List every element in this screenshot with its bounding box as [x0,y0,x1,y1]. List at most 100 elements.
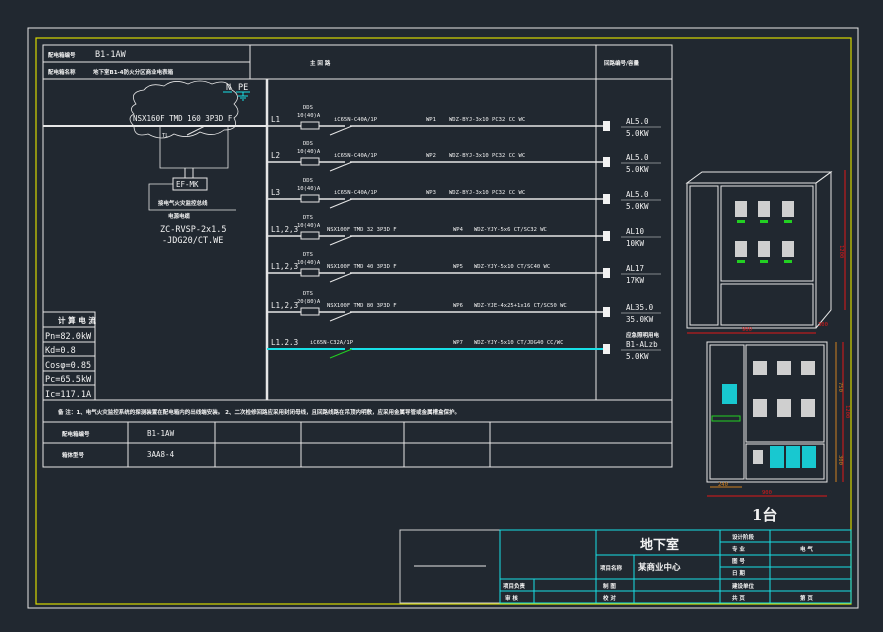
phase-label: L2 [271,151,280,160]
meter-type: DTS [303,252,313,258]
load-power: 5.0KW [626,352,649,361]
page-label: 第 页 [800,594,813,602]
cable-spec: WDZ-YJE-4x25+1x16 CT/SC50 WC [474,303,567,309]
meter-icon [300,268,320,277]
cable-spec-2: -JDG20/CT.WE [162,236,223,246]
calc-pn: Pn=82.0kW [45,332,92,342]
breaker-spec: NSX100F TMD 40 3P3D F [327,264,397,270]
circuit-id: WP1 [426,117,436,123]
main-circuit-header: 主 回 路 [310,59,331,67]
dim-left-col: 240 [718,482,728,488]
phase-label: L1,2,3 [271,301,298,310]
title-block [399,529,852,604]
bottom-value-1: B1-1AW [147,429,175,438]
meter-rating: 10(40)A [297,260,321,266]
circuit-wp6[interactable]: L1,2,3 DTS 20(80)A NSX100F TMD 80 3P3D F WP6… [267,291,661,324]
panel-code-label: 配电箱编号 [48,51,76,59]
circuit-id: WP2 [426,153,436,159]
load-power: 17KW [626,276,645,285]
load-id: AL5.0 [626,190,649,199]
circuit-id: WP6 [453,303,463,309]
load-power: 5.0KW [626,129,649,138]
circuit-id: WP7 [453,340,463,346]
meter-icon [300,307,320,316]
meter-rating: 10(40)A [297,186,321,192]
breaker-switch-icon [329,161,353,172]
meter-type: DDS [303,178,313,184]
breaker-spec: NSX100F TMD 32 3P3D F [327,227,397,233]
stage-label: 设计阶段 [732,533,755,541]
phase-label: L1 [271,115,280,124]
load-id: AL5.0 [626,153,649,162]
terminal-icon [603,194,610,204]
cable-spec: WDZ-BYJ-3x10 PC32 CC WC [449,153,525,159]
breaker-spec: iC65N-C32A/1P [310,340,354,346]
bottom-label-2: 箱体型号 [62,451,85,459]
drawing-no-label: 图 号 [732,557,745,565]
load-power: 5.0KW [626,202,649,211]
check-label: 校 对 [603,594,616,602]
breaker-spec: iC65N-C40A/1P [334,190,378,196]
circuit-wp3[interactable]: L3 DDS 10(40)A iC65N-C40A/1P WP3 WDZ-BYJ-3x10… [267,178,661,211]
cable-spec: WDZ-YJY-5x6 CT/SC32 WC [474,227,547,233]
circuit-id: WP3 [426,190,436,196]
meter-rating: 10(40)A [297,113,321,119]
drawing-title: 地下室 [640,537,679,553]
calc-title: 计 算 电 流 [58,315,96,325]
meter-rating: 10(40)A [297,149,321,155]
tl-label: TL [162,133,169,139]
bottom-label-1: 配电箱编号 [62,430,90,438]
circuit-list: L1 DDS 10(40)A iC65N-C40A/1P WP1 WDZ-BYJ-3x10… [267,105,661,361]
cabinet-elevation [685,170,846,334]
calc-cos: Cosφ=0.85 [45,361,91,371]
load-note: 应急照明用电 [626,331,660,339]
pm-label: 项目负责 [503,582,526,590]
phase-label: L1,2,3 [271,262,298,271]
cable-label: 电源电缆 [168,212,191,220]
dim-depth: 300 [818,322,828,328]
meter-rating: 20(80)A [297,299,321,305]
load-id: AL17 [626,264,644,273]
terminal-icon [603,121,610,131]
breaker-spec: NSX100F TMD 80 3P3D F [327,303,397,309]
client-label: 建设单位 [732,582,755,590]
phase-label: L3 [271,188,280,197]
load-power: 10KW [626,239,645,248]
load-id: AL35.0 [626,303,654,312]
meter-icon [300,157,320,166]
discipline-value: 电 气 [800,545,813,553]
breaker-spec: iC65N-C40A/1P [334,117,378,123]
meter-icon [300,231,320,240]
cable-spec: WDZ-BYJ-3x10 PC32 CC WC [449,117,525,123]
breaker-switch-icon [329,272,353,283]
circuit-wp5[interactable]: L1,2,3 DTS 10(40)A NSX100F TMD 40 3P3D F WP5… [267,252,661,285]
calc-table [42,311,96,401]
draw-label: 制 图 [603,582,616,590]
circuit-wp4[interactable]: L1,2,3 DTS 10(40)A NSX100F TMD 32 3P3D F WP4… [267,215,661,248]
cable-spec: WDZ-YJY-5x10 CT/JDG40 CC/WC [474,340,563,346]
cad-drawing: 配电箱编号 B1-1AW 配电箱名称 地下室B1-4防火分区商业电表箱 主 回 … [27,27,859,609]
load-id: AL10 [626,227,645,236]
review-label: 审 核 [505,594,518,602]
circuit-wp1[interactable]: L1 DDS 10(40)A iC65N-C40A/1P WP1 WDZ-BYJ-3x10… [267,105,661,138]
dim-upper: 750 [837,382,843,392]
dim-lower: 300 [837,455,843,465]
breaker-switch-icon [329,235,353,246]
right-column-header: 回路编号/容量 [604,59,640,67]
breaker-switch-icon [329,311,353,322]
terminal-icon [603,268,610,278]
breaker-switch-icon [329,348,353,359]
dim-width-bottom: 900 [762,490,772,496]
schematic-table [42,44,673,468]
cad-drawing-canvas[interactable]: 配电箱编号 B1-1AW 配电箱名称 地下室B1-4防火分区商业电表箱 主 回 … [0,0,883,632]
bottom-value-2: 3AA8-4 [147,450,175,459]
panel-name-label: 配电箱名称 [48,68,76,76]
terminal-icon [603,344,610,354]
panel-name: 地下室B1-4防火分区商业电表箱 [93,68,174,76]
load-id: AL5.0 [626,117,649,126]
circuit-wp2[interactable]: L2 DDS 10(40)A iC65N-C40A/1P WP2 WDZ-BYJ-3x10… [267,141,661,174]
calc-pc: Pc=65.5kW [45,375,92,385]
ef-module: EF-MK [176,180,199,189]
dim-height-top: 1200 [838,245,844,258]
circuit-wp7[interactable]: L1.2.3 iC65N-C32A/1P WP7 WDZ-YJY-5x10 CT/JD… [267,331,661,361]
